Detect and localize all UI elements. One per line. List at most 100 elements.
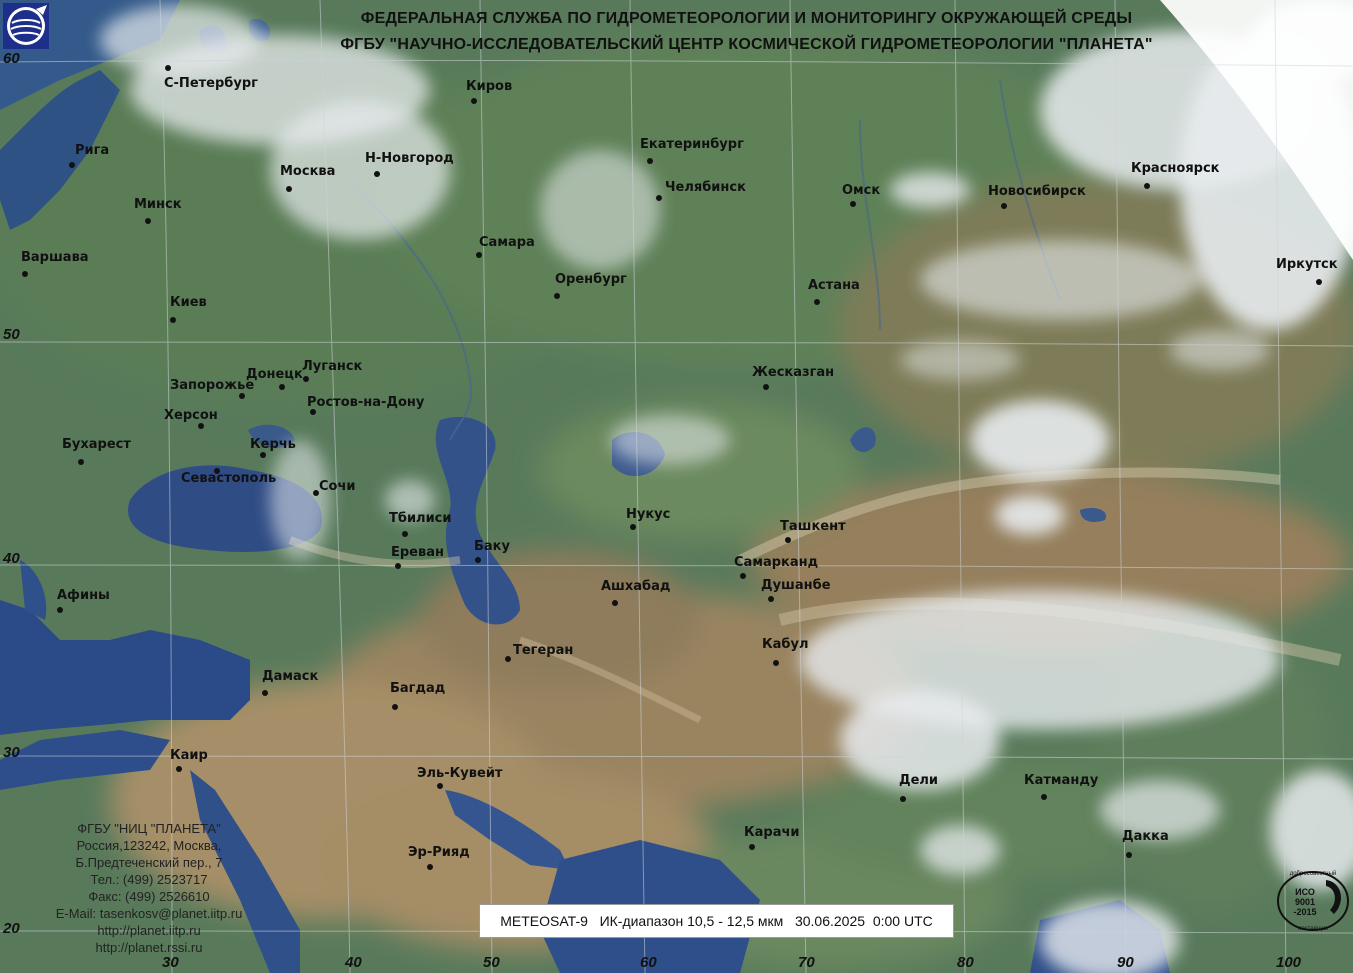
city-dot bbox=[239, 393, 245, 399]
city-dot bbox=[476, 252, 482, 258]
city-dot bbox=[22, 271, 28, 277]
city-dot bbox=[475, 557, 481, 563]
header-center-title: ФГБУ "НАУЧНО-ИССЛЕДОВАТЕЛЬСКИЙ ЦЕНТР КОС… bbox=[340, 36, 1153, 53]
city-dot bbox=[395, 563, 401, 569]
city-label: Омск bbox=[842, 183, 881, 198]
city-label: Киев bbox=[170, 295, 207, 310]
iso-bottom-text: поставщик bbox=[1298, 926, 1328, 932]
city-dot bbox=[1316, 279, 1322, 285]
city-label: Эр-Рияд bbox=[408, 845, 470, 860]
city-label: Херсон bbox=[164, 408, 218, 423]
city-label: Жесказган bbox=[752, 365, 835, 380]
city-dot bbox=[763, 384, 769, 390]
city-label: Ереван bbox=[391, 545, 444, 560]
city-dot bbox=[773, 660, 779, 666]
city-dot bbox=[165, 65, 171, 71]
city-dot bbox=[427, 864, 433, 870]
city-dot bbox=[262, 690, 268, 696]
lat-label-50: 50 bbox=[3, 326, 20, 343]
city-label: Дели bbox=[899, 773, 939, 788]
city-dot bbox=[374, 171, 380, 177]
city-dot bbox=[656, 195, 662, 201]
city-dot bbox=[145, 218, 151, 224]
city-label: Запорожье bbox=[170, 378, 255, 393]
contact-org: ФГБУ "НИЦ "ПЛАНЕТА" bbox=[77, 821, 221, 836]
city-dot bbox=[1144, 183, 1150, 189]
city-label: Душанбе bbox=[761, 578, 831, 593]
city-dot bbox=[785, 537, 791, 543]
contact-address-city: Россия,123242, Москва, bbox=[76, 838, 222, 853]
iso-certificate-badge-icon: добросовестный ИСО 9001 -2015 поставщик bbox=[1277, 870, 1349, 932]
contact-website-2: http://planet.rssi.ru bbox=[95, 940, 203, 955]
iso-line-1: ИСО bbox=[1295, 887, 1315, 897]
city-dot bbox=[1126, 852, 1132, 858]
lon-label-90: 90 bbox=[1117, 954, 1134, 971]
city-dot bbox=[630, 524, 636, 530]
lon-label-50: 50 bbox=[483, 954, 500, 971]
city-label: Ашхабад bbox=[601, 579, 671, 594]
header-agency-title: ФЕДЕРАЛЬНАЯ СЛУЖБА ПО ГИДРОМЕТЕОРОЛОГИИ … bbox=[360, 10, 1133, 27]
city-label: Донецк bbox=[246, 367, 303, 382]
city-label: Киров bbox=[466, 79, 513, 94]
city-label: Новосибирск bbox=[988, 184, 1086, 199]
lon-label-60: 60 bbox=[640, 954, 657, 971]
city-label: Дамаск bbox=[262, 669, 319, 684]
contact-fax: Факс: (499) 2526610 bbox=[88, 889, 210, 904]
city-label: Екатеринбург bbox=[640, 137, 744, 152]
city-dot bbox=[78, 459, 84, 465]
contact-website-1: http://planet.iitp.ru bbox=[97, 923, 201, 938]
city-label: Сочи bbox=[319, 479, 356, 494]
city-label: Н-Новгород bbox=[365, 151, 454, 166]
city-dot bbox=[554, 293, 560, 299]
city-dot bbox=[471, 98, 477, 104]
roshydromet-globe-icon bbox=[3, 3, 49, 49]
city-dot bbox=[437, 783, 443, 789]
iso-top-text: добросовестный bbox=[1290, 870, 1337, 877]
city-label: Тбилиси bbox=[389, 511, 452, 526]
satellite-map: ФЕДЕРАЛЬНАЯ СЛУЖБА ПО ГИДРОМЕТЕОРОЛОГИИ … bbox=[0, 0, 1353, 973]
city-label: Ростов-на-Дону bbox=[307, 395, 425, 410]
city-label: Астана bbox=[808, 278, 860, 293]
city-label: Ташкент bbox=[780, 519, 846, 534]
city-label: Минск bbox=[134, 197, 182, 212]
iso-line-3: -2015 bbox=[1293, 907, 1316, 917]
city-dot bbox=[749, 844, 755, 850]
city-label: Варшава bbox=[21, 250, 89, 265]
image-caption: METEOSAT-9 ИК-диапазон 10,5 - 12,5 мкм 3… bbox=[479, 904, 954, 938]
city-label: Багдад bbox=[390, 681, 446, 696]
city-dot bbox=[279, 384, 285, 390]
city-dot bbox=[1041, 794, 1047, 800]
contact-address-street: Б.Предтеченский пер., 7 bbox=[75, 855, 223, 870]
city-dot bbox=[69, 162, 75, 168]
city-label: Афины bbox=[57, 588, 110, 603]
city-dot bbox=[286, 186, 292, 192]
city-label: Карачи bbox=[744, 825, 800, 840]
lon-label-100: 100 bbox=[1276, 954, 1302, 971]
city-dot bbox=[740, 573, 746, 579]
iso-line-2: 9001 bbox=[1295, 897, 1315, 907]
city-label: Красноярск bbox=[1131, 161, 1220, 176]
city-dot bbox=[612, 600, 618, 606]
lon-label-40: 40 bbox=[345, 954, 362, 971]
city-label: Кабул bbox=[762, 637, 809, 652]
city-dot bbox=[260, 452, 266, 458]
city-label: Бухарест bbox=[62, 437, 131, 452]
lat-label-60: 60 bbox=[3, 50, 20, 67]
city-label: Каир bbox=[170, 748, 208, 763]
contact-info: ФГБУ "НИЦ "ПЛАНЕТА" Россия,123242, Москв… bbox=[40, 820, 258, 956]
city-dot bbox=[647, 158, 653, 164]
lat-label-20: 20 bbox=[3, 920, 20, 937]
city-dot bbox=[768, 596, 774, 602]
city-label: Оренбург bbox=[555, 272, 627, 287]
city-label: Самарканд bbox=[734, 555, 819, 570]
contact-email: E-Mail: tasenkosv@planet.iitp.ru bbox=[55, 906, 243, 921]
city-dot bbox=[814, 299, 820, 305]
city-label: Москва bbox=[280, 164, 336, 179]
city-dot bbox=[850, 201, 856, 207]
city-dot bbox=[198, 423, 204, 429]
city-label: Рига bbox=[75, 143, 110, 158]
city-dot bbox=[900, 796, 906, 802]
city-label: Нукус bbox=[626, 507, 671, 522]
city-label: Луганск bbox=[302, 359, 363, 374]
lon-label-30: 30 bbox=[162, 954, 179, 971]
